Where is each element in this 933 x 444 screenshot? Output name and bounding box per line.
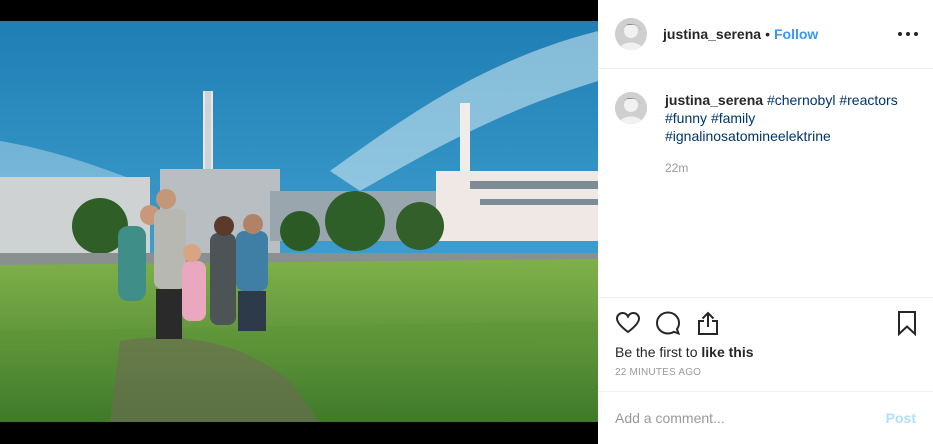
likes-text: Be the first to like this — [615, 344, 916, 360]
avatar-image — [615, 18, 647, 50]
action-icons — [615, 310, 916, 336]
hashtag-link[interactable]: #family — [711, 110, 755, 126]
bookmark-icon[interactable] — [897, 310, 917, 336]
avatar-image — [615, 92, 647, 124]
comment-input[interactable] — [615, 410, 886, 426]
action-bar: Be the first to like this 22 MINUTES AGO — [598, 297, 933, 391]
separator-dot: • — [765, 26, 770, 42]
caption-avatar[interactable] — [615, 92, 647, 124]
photo-pane — [0, 0, 598, 444]
post-side-panel: justina_serena • Follow justina_serena #… — [598, 0, 933, 444]
post-header: justina_serena • Follow — [598, 0, 933, 69]
like-this-link[interactable]: like this — [701, 344, 753, 360]
hashtag-link[interactable]: #ignalinosatomineelektrine — [665, 128, 831, 144]
caption: justina_serena #chernobyl #reactors #fun… — [615, 91, 916, 177]
caption-username[interactable]: justina_serena — [665, 92, 763, 108]
likes-prefix: Be the first to — [615, 344, 702, 360]
caption-text: justina_serena #chernobyl #reactors #fun… — [665, 91, 915, 177]
username-link[interactable]: justina_serena — [663, 26, 761, 42]
photo-image — [0, 21, 598, 422]
follow-button[interactable]: Follow — [774, 26, 818, 42]
share-icon[interactable] — [695, 310, 721, 336]
hashtag-link[interactable]: #chernobyl — [767, 92, 836, 108]
hashtag-link[interactable]: #funny — [665, 110, 707, 126]
comments-section: justina_serena #chernobyl #reactors #fun… — [598, 69, 933, 297]
more-dot — [906, 32, 910, 36]
more-dot — [914, 32, 918, 36]
caption-time: 22m — [665, 161, 689, 175]
heart-icon[interactable] — [615, 310, 641, 336]
post-timestamp[interactable]: 22 MINUTES AGO — [615, 367, 916, 378]
comment-icon[interactable] — [655, 310, 681, 336]
hashtag-link[interactable]: #reactors — [839, 92, 897, 108]
post-button[interactable]: Post — [886, 410, 916, 426]
avatar[interactable] — [615, 18, 647, 50]
comment-form: Post — [598, 391, 933, 444]
more-options-icon[interactable] — [898, 24, 918, 44]
post-photo[interactable] — [0, 21, 598, 422]
more-dot — [898, 32, 902, 36]
